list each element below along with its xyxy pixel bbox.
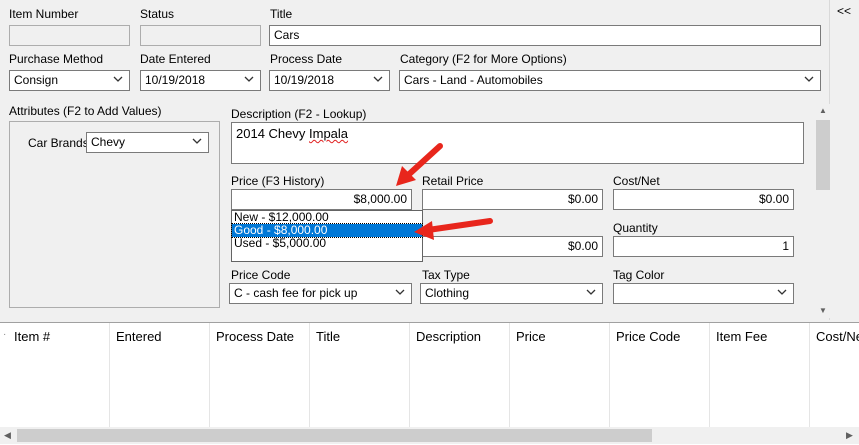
grid-column-price[interactable]: Price	[510, 323, 610, 427]
scroll-thumb[interactable]	[17, 429, 652, 442]
row-indicator-icon: ·	[3, 329, 7, 340]
grid-column-entered[interactable]: Entered	[110, 323, 210, 427]
scroll-left-icon[interactable]: ◀	[4, 430, 11, 441]
grid-column-cost-net[interactable]: Cost/Ne	[810, 323, 859, 427]
grid-horizontal-scrollbar[interactable]: ◀ ▶	[0, 427, 859, 444]
grid-column-description[interactable]: Description	[410, 323, 510, 427]
red-arrow-icon	[396, 143, 443, 186]
grid-column-price-code[interactable]: Price Code	[610, 323, 710, 427]
grid-column-item-number[interactable]: Item #	[0, 323, 110, 427]
scroll-right-icon[interactable]: ▶	[846, 430, 853, 441]
red-arrow-icon	[414, 218, 493, 240]
grid-column-process-date[interactable]: Process Date	[210, 323, 310, 427]
grid-column-title[interactable]: Title	[310, 323, 410, 427]
grid-column-item-fee[interactable]: Item Fee	[710, 323, 810, 427]
